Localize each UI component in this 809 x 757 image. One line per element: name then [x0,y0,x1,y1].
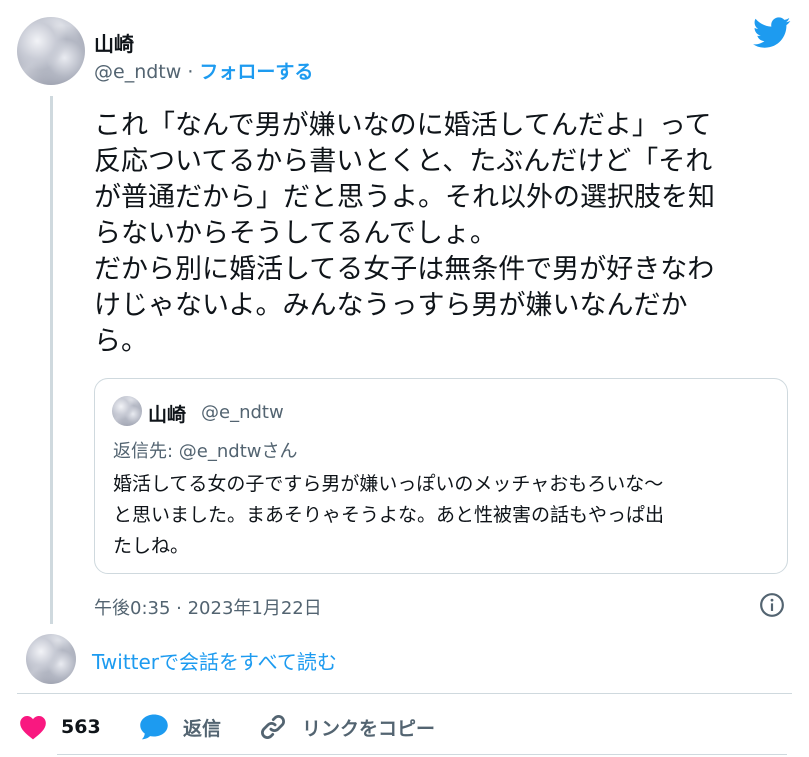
heart-icon [20,716,46,740]
quoted-author-avatar [112,396,142,426]
info-icon[interactable] [759,592,785,618]
conversation-avatar [26,634,76,684]
follow-button[interactable]: フォローする [199,61,313,83]
read-conversation-link[interactable]: Twitterで会話をすべて読む [92,646,337,675]
author-handle[interactable]: @e_ndtw [94,61,181,83]
tweet-text: これ「なんで男が嫌いなのに婚活してんだよ」って 反応ついてるから書いとくと、たぶ… [94,110,715,357]
link-icon [261,715,285,739]
author-name[interactable]: 山崎 [94,28,134,57]
tweet-timestamp[interactable]: 午後0:35 · 2023年1月22日 [94,594,322,620]
reply-button[interactable]: 返信 [139,710,221,744]
quoted-tweet-text: 婚活してる女の子ですら男が嫌いっぽいのメッチャおもろいな〜 と思いました。まあそ… [113,473,665,557]
quoted-author-handle: @e_ndtw [201,402,284,423]
author-meta: @e_ndtw · フォローする [94,57,313,84]
like-count: 563 [61,716,101,738]
bottom-divider [57,754,787,755]
like-button[interactable]: 563 [19,710,101,744]
quoted-author-name: 山崎 [148,404,187,426]
thread-connector-line [50,96,53,624]
quoted-reply-to: 返信先: @e_ndtwさん [113,441,298,462]
twitter-bird-icon[interactable] [753,17,791,49]
copy-link-label: リンクをコピー [302,717,436,740]
reply-label: 返信 [183,717,222,740]
copy-link-button[interactable]: リンクをコピー [258,710,435,744]
divider [17,693,792,694]
meta-separator: · [181,61,200,83]
author-avatar[interactable] [17,17,85,85]
speech-bubble-icon [140,714,168,740]
